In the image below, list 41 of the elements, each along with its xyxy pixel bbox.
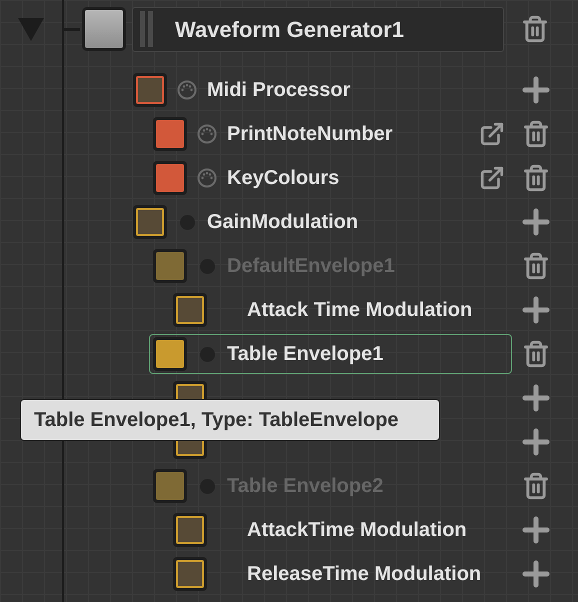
drag-handle-icon[interactable] [139,11,155,47]
add-icon[interactable] [522,428,550,456]
add-icon[interactable] [522,76,550,104]
delete-icon[interactable] [522,164,550,192]
chain-color-square[interactable] [176,296,204,324]
processor-color-square[interactable] [156,472,184,500]
module-name[interactable]: Midi Processor [207,75,350,105]
add-icon[interactable] [522,516,550,544]
module-name-field[interactable]: Waveform Generator1 [132,6,504,52]
add-icon[interactable] [522,384,550,412]
chain-color-square[interactable] [176,560,204,588]
chain-color-square[interactable] [136,76,164,104]
processor-color-square[interactable] [156,120,184,148]
midi-port-icon [197,168,217,188]
module-color-square[interactable] [82,7,126,51]
midi-port-icon [177,80,197,100]
popout-icon[interactable] [479,165,505,191]
selected-row-highlight[interactable]: Table Envelope1 [149,334,512,374]
module-name[interactable]: ReleaseTime Modulation [247,559,482,589]
module-name[interactable]: KeyColours [227,163,340,193]
processor-color-square[interactable] [156,252,184,280]
module-name[interactable]: Table Envelope1 [227,339,384,369]
popout-icon[interactable] [479,121,505,147]
add-icon[interactable] [522,560,550,588]
delete-icon[interactable] [522,472,550,500]
delete-icon[interactable] [522,252,550,280]
module-name[interactable]: PrintNoteNumber [227,119,393,149]
add-icon[interactable] [522,208,550,236]
module-name[interactable]: GainModulation [207,207,358,237]
add-icon[interactable] [522,296,550,324]
module-name[interactable]: Attack Time Modulation [247,295,472,325]
tooltip: Table Envelope1, Type: TableEnvelope [20,399,440,441]
delete-icon[interactable] [522,340,550,368]
processor-color-square[interactable] [156,164,184,192]
module-name[interactable]: AttackTime Modulation [247,515,467,545]
chain-color-square[interactable] [136,208,164,236]
delete-icon[interactable] [521,15,549,43]
midi-port-icon [197,124,217,144]
processor-color-square[interactable] [156,340,184,368]
delete-icon[interactable] [522,120,550,148]
chain-color-square[interactable] [176,516,204,544]
